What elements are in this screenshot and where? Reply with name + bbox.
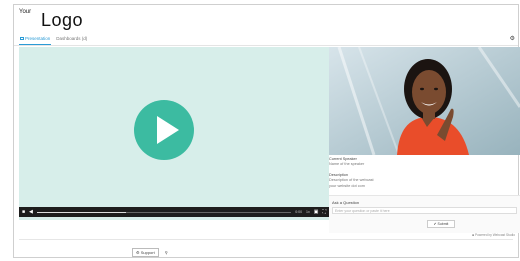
logo-small-text: Your [19,9,32,15]
fullscreen-icon[interactable]: ⛶ [322,209,326,215]
stop-icon[interactable]: ■ [22,209,25,215]
speaker-photo [329,47,520,155]
send-icon: ✔ [433,222,437,226]
speaker-info: Current Speaker Name of the speaker Desc… [329,157,520,189]
submit-label: Submit [437,222,449,226]
support-button[interactable]: ⚙ Support [132,248,159,257]
divider [14,45,518,46]
gear-icon[interactable]: ⚙ [510,35,515,42]
submit-button[interactable]: ✔ Submit [427,220,455,228]
tab-dashboards[interactable]: Dashboards (d) [55,35,88,45]
volume-icon[interactable]: ◀ [29,209,33,215]
logo-text: Logo [41,10,84,30]
app-window: Your Logo Presentation Dashboards (d) ⚙ … [13,4,520,258]
footer-divider [19,239,513,240]
progress-fill [36,211,126,213]
tab-bar: Presentation Dashboards (d) [19,35,88,45]
monitor-icon [20,37,24,41]
speaker-photo-image [329,47,520,155]
video-player[interactable] [19,47,329,220]
time-display: 0:00 [295,210,303,214]
play-icon[interactable] [134,100,194,160]
footer-bar: ⚙ Support ⚲ [132,248,168,257]
player-controls: ■ ◀ 0:00 1x ▣ ⛶ [19,207,329,217]
pip-icon[interactable]: ▣ [314,209,319,215]
support-label: Support [140,250,155,255]
powered-by-text: ■ Powered by Webcast Studio [472,233,515,237]
speed-display[interactable]: 1x [306,210,310,214]
location-icon[interactable]: ⚲ [165,250,168,255]
powered-by-label: Powered by Webcast Studio [475,233,515,237]
description-line: your website dot com [329,183,365,188]
progress-track[interactable] [36,211,292,213]
tab-dashboards-label: Dashboards (d) [56,36,88,41]
qa-panel: Ask a Question Enter your question or pa… [329,195,520,233]
qa-title: Ask a Question [332,200,360,205]
tab-presentation[interactable]: Presentation [19,35,52,45]
tab-presentation-label: Presentation [25,36,51,41]
question-input[interactable]: Enter your question or paste it here [332,207,517,214]
